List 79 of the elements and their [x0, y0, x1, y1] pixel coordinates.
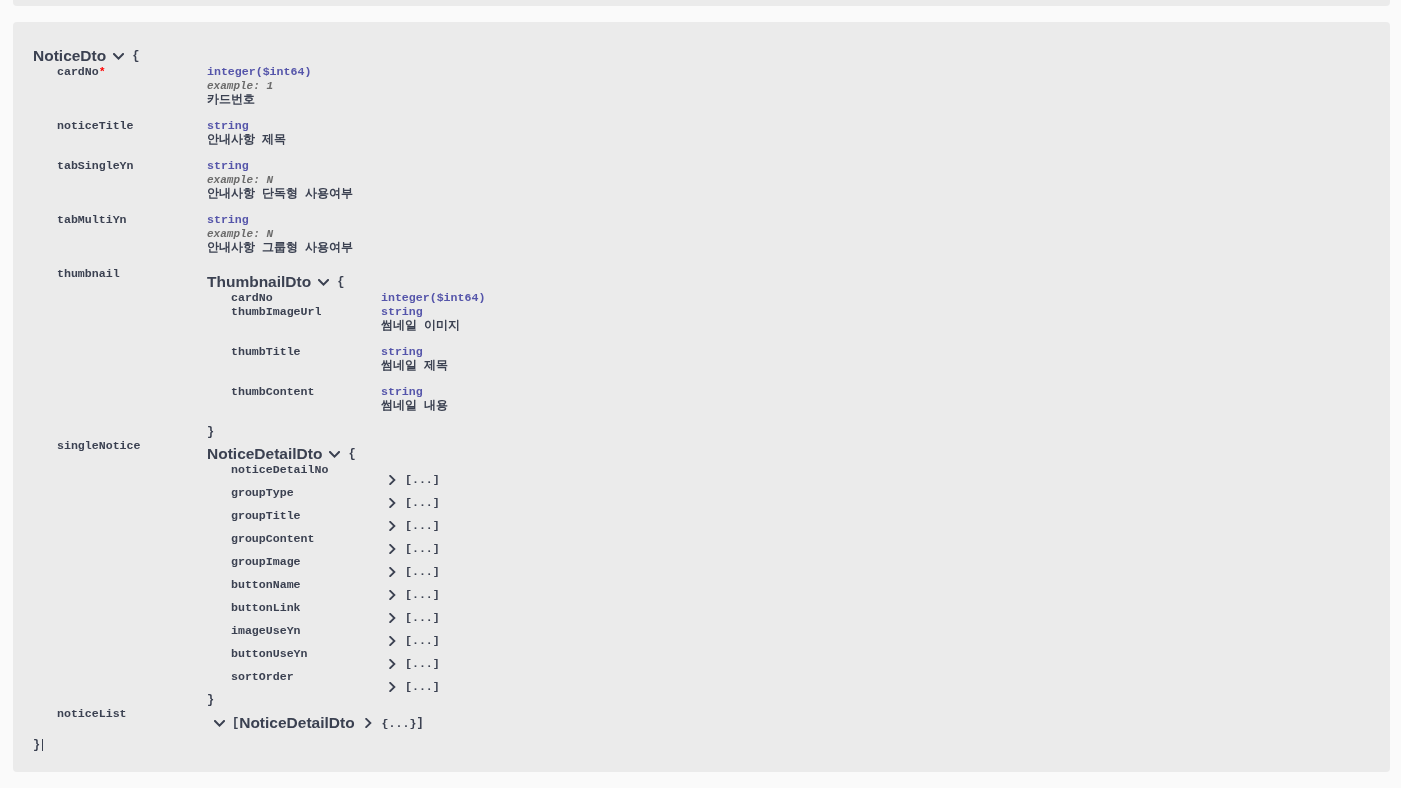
expand-toggle[interactable]: [...] [389, 542, 440, 555]
expand-toggle[interactable]: [...] [389, 657, 440, 670]
property-type: string [207, 159, 250, 173]
property-description: 안내사항 제목 [207, 133, 287, 147]
property-example: example: N [207, 173, 274, 187]
chevron-right-icon[interactable] [364, 718, 372, 728]
required-mark: * [98, 65, 106, 78]
open-bracket: [ [232, 716, 240, 730]
expand-toggle[interactable]: [...] [389, 611, 440, 624]
property-type: integer($int64) [207, 65, 312, 79]
property-name: imageUseYn [231, 624, 301, 637]
close-brace: } [207, 693, 215, 707]
property-name: groupContent [231, 532, 315, 545]
expand-toggle[interactable]: [...] [389, 519, 440, 532]
property-example: example: N [207, 227, 274, 241]
model-title: NoticeDetailDto [207, 445, 323, 463]
property-description: 안내사항 그룹형 사용여부 [207, 241, 354, 255]
model-title: NoticeDto [33, 47, 107, 65]
text-cursor-icon [42, 739, 44, 751]
expand-toggle[interactable]: {...} [364, 716, 417, 730]
property-description: 썸네일 이미지 [381, 319, 461, 333]
property-name: noticeDetailNo [231, 463, 329, 476]
property-type: string [207, 119, 250, 133]
model-title: NoticeDetailDto [239, 714, 355, 732]
property-name: buttonLink [231, 601, 301, 614]
chevron-right-icon[interactable] [389, 566, 396, 577]
property-name: noticeTitle [57, 119, 134, 132]
property-description: 카드번호 [207, 93, 256, 107]
property-name: singleNotice [57, 439, 141, 452]
property-description: 썸네일 제목 [381, 359, 449, 373]
property-example: example: 1 [207, 79, 274, 93]
property-description: 안내사항 단독형 사용여부 [207, 187, 354, 201]
property-name: buttonName [231, 578, 301, 591]
property-name: sortOrder [231, 670, 294, 683]
chevron-down-icon[interactable] [329, 451, 341, 458]
property-name: thumbTitle [231, 345, 301, 358]
property-name: cardNo [231, 291, 273, 304]
chevron-right-icon[interactable] [389, 474, 396, 485]
expand-toggle[interactable]: [...] [389, 496, 440, 509]
property-description: 썸네일 내용 [381, 399, 449, 413]
property-type: string [381, 385, 424, 399]
expand-toggle[interactable]: [...] [389, 634, 440, 647]
chevron-right-icon[interactable] [389, 635, 396, 646]
property-name: thumbContent [231, 385, 315, 398]
chevron-down-icon[interactable] [318, 279, 330, 286]
property-name: cardNo [57, 65, 99, 78]
chevron-right-icon[interactable] [389, 681, 396, 692]
chevron-right-icon[interactable] [389, 543, 396, 554]
property-name: tabSingleYn [57, 159, 134, 172]
chevron-right-icon[interactable] [389, 658, 396, 669]
close-bracket: ] [416, 716, 424, 730]
property-name: buttonUseYn [231, 647, 308, 660]
expand-toggle[interactable]: [...] [389, 680, 440, 693]
chevron-down-icon[interactable] [113, 53, 125, 60]
property-name: thumbImageUrl [231, 305, 322, 318]
open-brace: { [132, 49, 140, 63]
property-name: tabMultiYn [57, 213, 127, 226]
property-type: string [381, 345, 424, 359]
chevron-right-icon[interactable] [389, 589, 396, 600]
model-title: ThumbnailDto [207, 273, 312, 291]
chevron-right-icon[interactable] [389, 612, 396, 623]
property-name: groupType [231, 486, 294, 499]
open-brace: { [337, 275, 345, 289]
chevron-down-icon[interactable] [214, 720, 225, 727]
close-brace: } [207, 425, 215, 439]
property-name: groupImage [231, 555, 301, 568]
chevron-right-icon[interactable] [389, 497, 396, 508]
property-name: groupTitle [231, 509, 301, 522]
chevron-right-icon[interactable] [389, 520, 396, 531]
property-type: integer($int64) [381, 291, 486, 305]
close-brace: } [33, 738, 41, 752]
property-name: noticeList [57, 707, 127, 720]
property-name: thumbnail [57, 267, 120, 280]
expand-toggle[interactable]: [...] [389, 565, 440, 578]
property-type: string [381, 305, 424, 319]
expand-toggle[interactable]: [...] [389, 588, 440, 601]
open-brace: { [348, 447, 356, 461]
property-type: string [207, 213, 250, 227]
expand-toggle[interactable]: [...] [389, 473, 440, 486]
